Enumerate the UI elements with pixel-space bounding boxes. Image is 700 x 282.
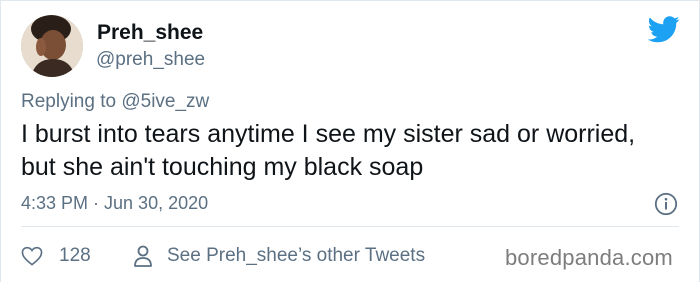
heart-icon bbox=[21, 246, 43, 266]
watermark: boredpanda.com bbox=[505, 245, 673, 270]
like-count: 128 bbox=[59, 245, 91, 266]
see-other-tweets-link[interactable]: See Preh_shee’s other Tweets bbox=[133, 245, 425, 267]
like-button[interactable]: 128 bbox=[21, 245, 91, 267]
avatar-image bbox=[21, 15, 83, 77]
twitter-bird-icon[interactable] bbox=[648, 16, 680, 43]
tweet-card: Preh_shee @preh_shee Replying to @5ive_z… bbox=[0, 0, 700, 282]
tweet-timestamp[interactable]: 4:33 PM · Jun 30, 2020 bbox=[21, 193, 208, 214]
user-handle[interactable]: @preh_shee bbox=[96, 49, 205, 71]
divider bbox=[21, 226, 679, 227]
person-icon bbox=[134, 245, 152, 267]
see-other-tweets-label: See Preh_shee’s other Tweets bbox=[167, 245, 426, 266]
info-icon[interactable] bbox=[654, 192, 678, 216]
avatar[interactable] bbox=[21, 15, 83, 77]
tweet-text: I burst into tears anytime I see my sist… bbox=[21, 120, 636, 181]
display-name[interactable]: Preh_shee bbox=[97, 21, 203, 45]
replying-to: Replying to @5ive_zw bbox=[21, 91, 209, 113]
replying-prefix: Replying to bbox=[21, 91, 122, 112]
reply-mention-link[interactable]: @5ive_zw bbox=[121, 91, 209, 112]
